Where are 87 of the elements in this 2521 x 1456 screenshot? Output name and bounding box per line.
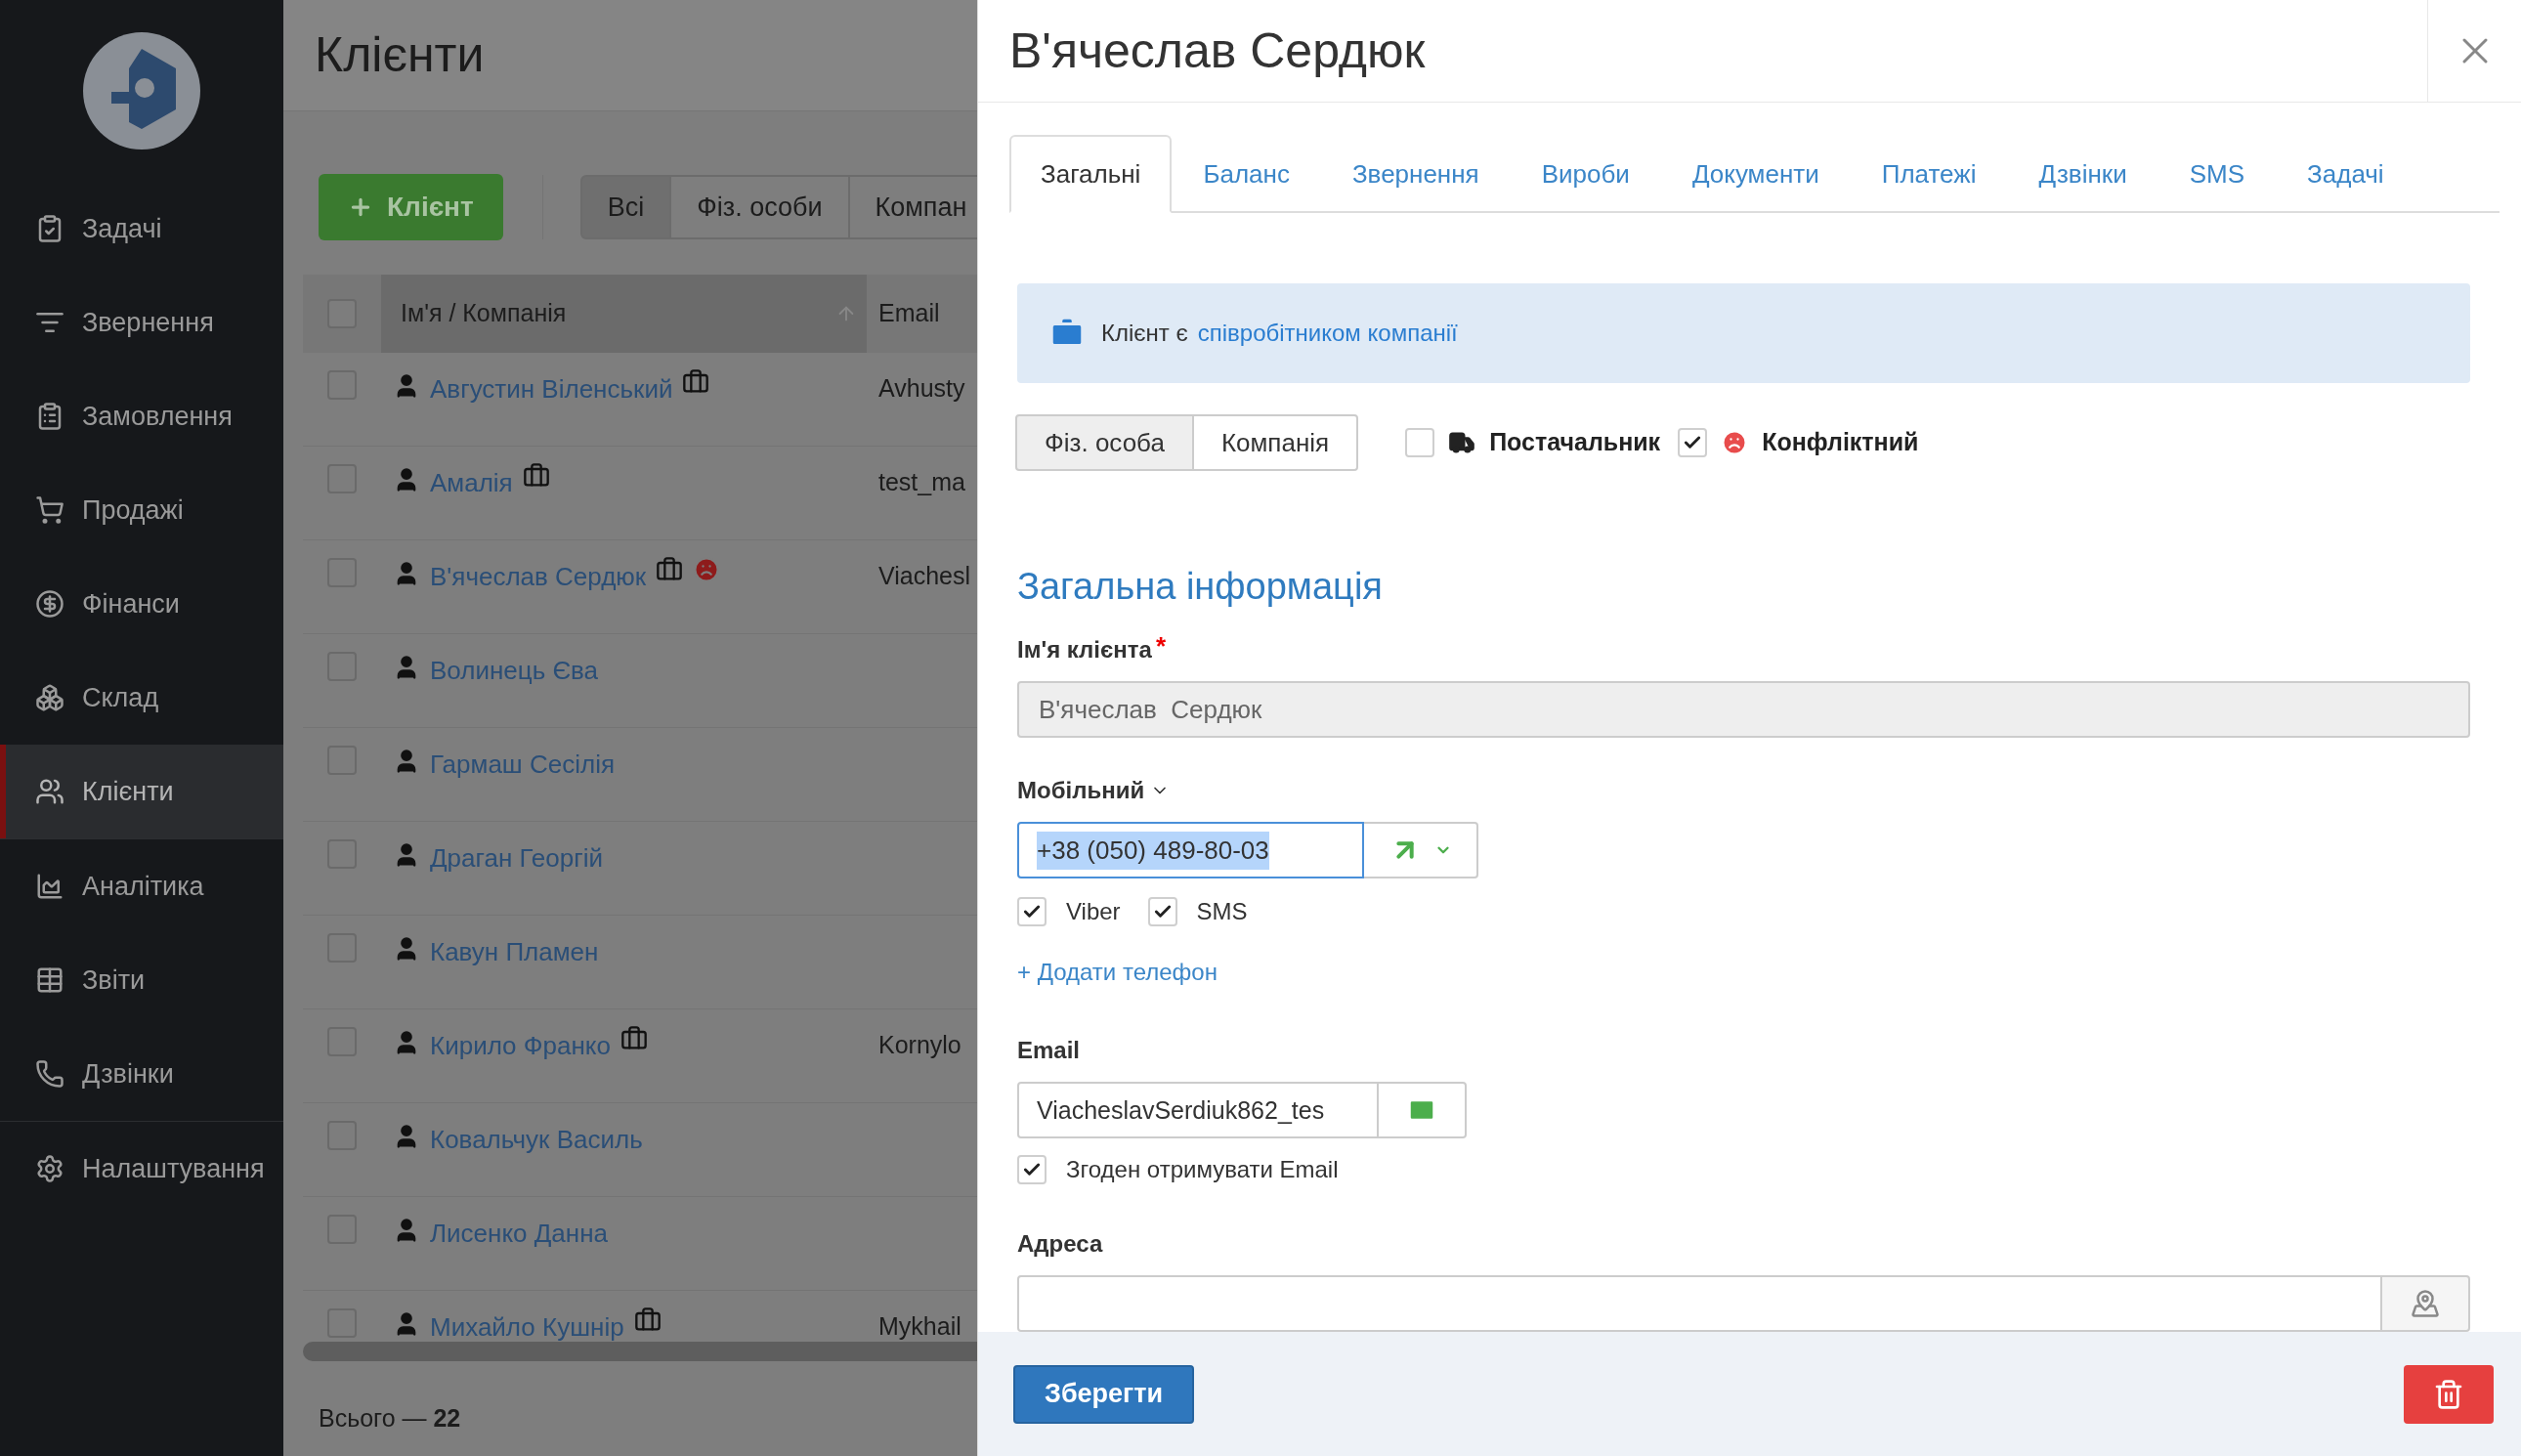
address-field[interactable] (1017, 1275, 2382, 1332)
tab[interactable]: Звернення (1320, 135, 1511, 213)
nav-item[interactable]: Клієнти (0, 745, 283, 838)
phone-field[interactable]: +38 (050) 489-80-03 (1017, 822, 1364, 878)
filter-tab[interactable]: Компан (847, 175, 977, 239)
client-name-link[interactable]: Драган Георгій (430, 839, 603, 878)
briefcase-icon (656, 556, 684, 583)
nav-item[interactable]: Звернення (0, 276, 283, 369)
total-count: Всього — 22 (319, 1404, 461, 1432)
section-heading: Загальна інформація (1017, 565, 1384, 609)
area-chart-icon (35, 872, 64, 901)
tab[interactable]: Задачі (2276, 135, 2415, 213)
client-name-link[interactable]: Кирило Франко (430, 1027, 611, 1065)
logo-icon (82, 31, 201, 150)
column-header-label: Ім'я / Компанія (401, 298, 567, 329)
client-name-link[interactable]: Амалія (430, 464, 513, 502)
flag-label: Конфліктний (1762, 427, 1919, 458)
add-phone-link[interactable]: + Додати телефон (1017, 955, 1218, 990)
map-icon (2411, 1289, 2440, 1318)
horizontal-scrollbar[interactable] (303, 1342, 977, 1361)
tab[interactable]: Вироби (1510, 135, 1661, 213)
client-name-link[interactable]: Волинець Єва (430, 652, 599, 690)
nav-item[interactable]: Продажі (0, 463, 283, 557)
trash-icon (2433, 1378, 2464, 1410)
save-button[interactable]: Зберегти (1013, 1364, 1195, 1424)
settings-icon (35, 1154, 64, 1183)
checkbox-label: Viber (1066, 897, 1121, 926)
client-name-link[interactable]: Кавун Пламен (430, 933, 599, 971)
delete-button[interactable] (2404, 1364, 2494, 1424)
boxes-icon (35, 683, 64, 712)
client-name-link[interactable]: Августин Віленський (430, 370, 673, 408)
client-name-link[interactable]: Ковальчук Василь (430, 1121, 643, 1159)
phone-icon (35, 1059, 64, 1089)
alert-link[interactable]: співробітником компанії (1197, 316, 1458, 351)
email-cell: Viachesl (878, 562, 971, 589)
field-label: Email (1017, 1036, 1081, 1065)
briefcase-icon (633, 1306, 662, 1334)
map-button[interactable] (2382, 1275, 2470, 1332)
nav-item[interactable]: Звіти (0, 933, 283, 1027)
cart-icon (35, 495, 64, 525)
tab[interactable]: Баланс (1172, 135, 1321, 213)
email-cell: Mykhail (878, 1312, 961, 1340)
email-cell: test_ma (878, 468, 965, 495)
users-icon (35, 777, 64, 806)
tab[interactable]: Дзвінки (2007, 135, 2158, 213)
tab[interactable]: SMS (2158, 135, 2277, 213)
flag-label: Постачальник (1489, 427, 1661, 458)
briefcase-icon (620, 1025, 648, 1052)
table-icon (35, 965, 64, 995)
client-name-link[interactable]: Михайло Кушнір (430, 1308, 624, 1342)
nav-item[interactable]: Аналітика (0, 839, 283, 933)
tab[interactable]: Загальні (1009, 135, 1173, 213)
filter-tab[interactable]: Фіз. особи (669, 175, 850, 239)
client-name-link[interactable]: Лисенко Данна (430, 1215, 608, 1253)
briefcase-icon (522, 462, 550, 490)
nav-item[interactable]: Дзвінки (0, 1027, 283, 1121)
field-label: Ім'я клієнта (1017, 635, 1152, 664)
phone-type-dropdown[interactable]: Мобільний (1017, 773, 1171, 808)
modal-title: В'ячеслав Сердюк (1008, 21, 1427, 80)
email-cell: Kornylo (878, 1031, 961, 1058)
call-button[interactable] (1364, 822, 1478, 878)
field-label: Адреса (1017, 1229, 1103, 1259)
dollar-coin-icon (35, 589, 64, 619)
add-client-button[interactable]: Клієнт (319, 174, 503, 240)
nav-item[interactable]: Замовлення (0, 369, 283, 463)
email-field[interactable]: ViacheslavSerdiuk862_tes (1017, 1082, 1379, 1138)
client-name-link[interactable]: В'ячеслав Сердюк (430, 558, 647, 596)
nav-item[interactable]: Налаштування (0, 1122, 283, 1216)
client-type-toggle[interactable]: Компанія (1191, 414, 1359, 471)
column-header[interactable]: Ім'я / Компанія (381, 275, 867, 353)
column-header[interactable]: Email (867, 275, 977, 353)
checkbox-label: SMS (1196, 897, 1248, 926)
alert-text: Клієнт є (1101, 319, 1188, 348)
nav-item[interactable]: Задачі (0, 182, 283, 276)
required-asterisk: * (1155, 629, 1166, 663)
briefcase-icon (682, 368, 710, 396)
tab[interactable]: Платежі (1850, 135, 2008, 213)
nav-item[interactable]: Фінанси (0, 557, 283, 651)
page-title: Клієнти (315, 26, 485, 84)
client-type-toggle[interactable]: Фіз. особа (1015, 414, 1194, 471)
client-name-link[interactable]: Гармаш Сесілія (430, 746, 615, 784)
tab[interactable]: Документи (1660, 135, 1851, 213)
email-cell: Avhusty (878, 374, 965, 402)
send-email-button[interactable] (1379, 1082, 1467, 1138)
filter-tab[interactable]: Всі (579, 175, 672, 239)
nav-item[interactable]: Склад (0, 651, 283, 745)
checkbox-label: Згоден отримувати Email (1066, 1155, 1339, 1184)
